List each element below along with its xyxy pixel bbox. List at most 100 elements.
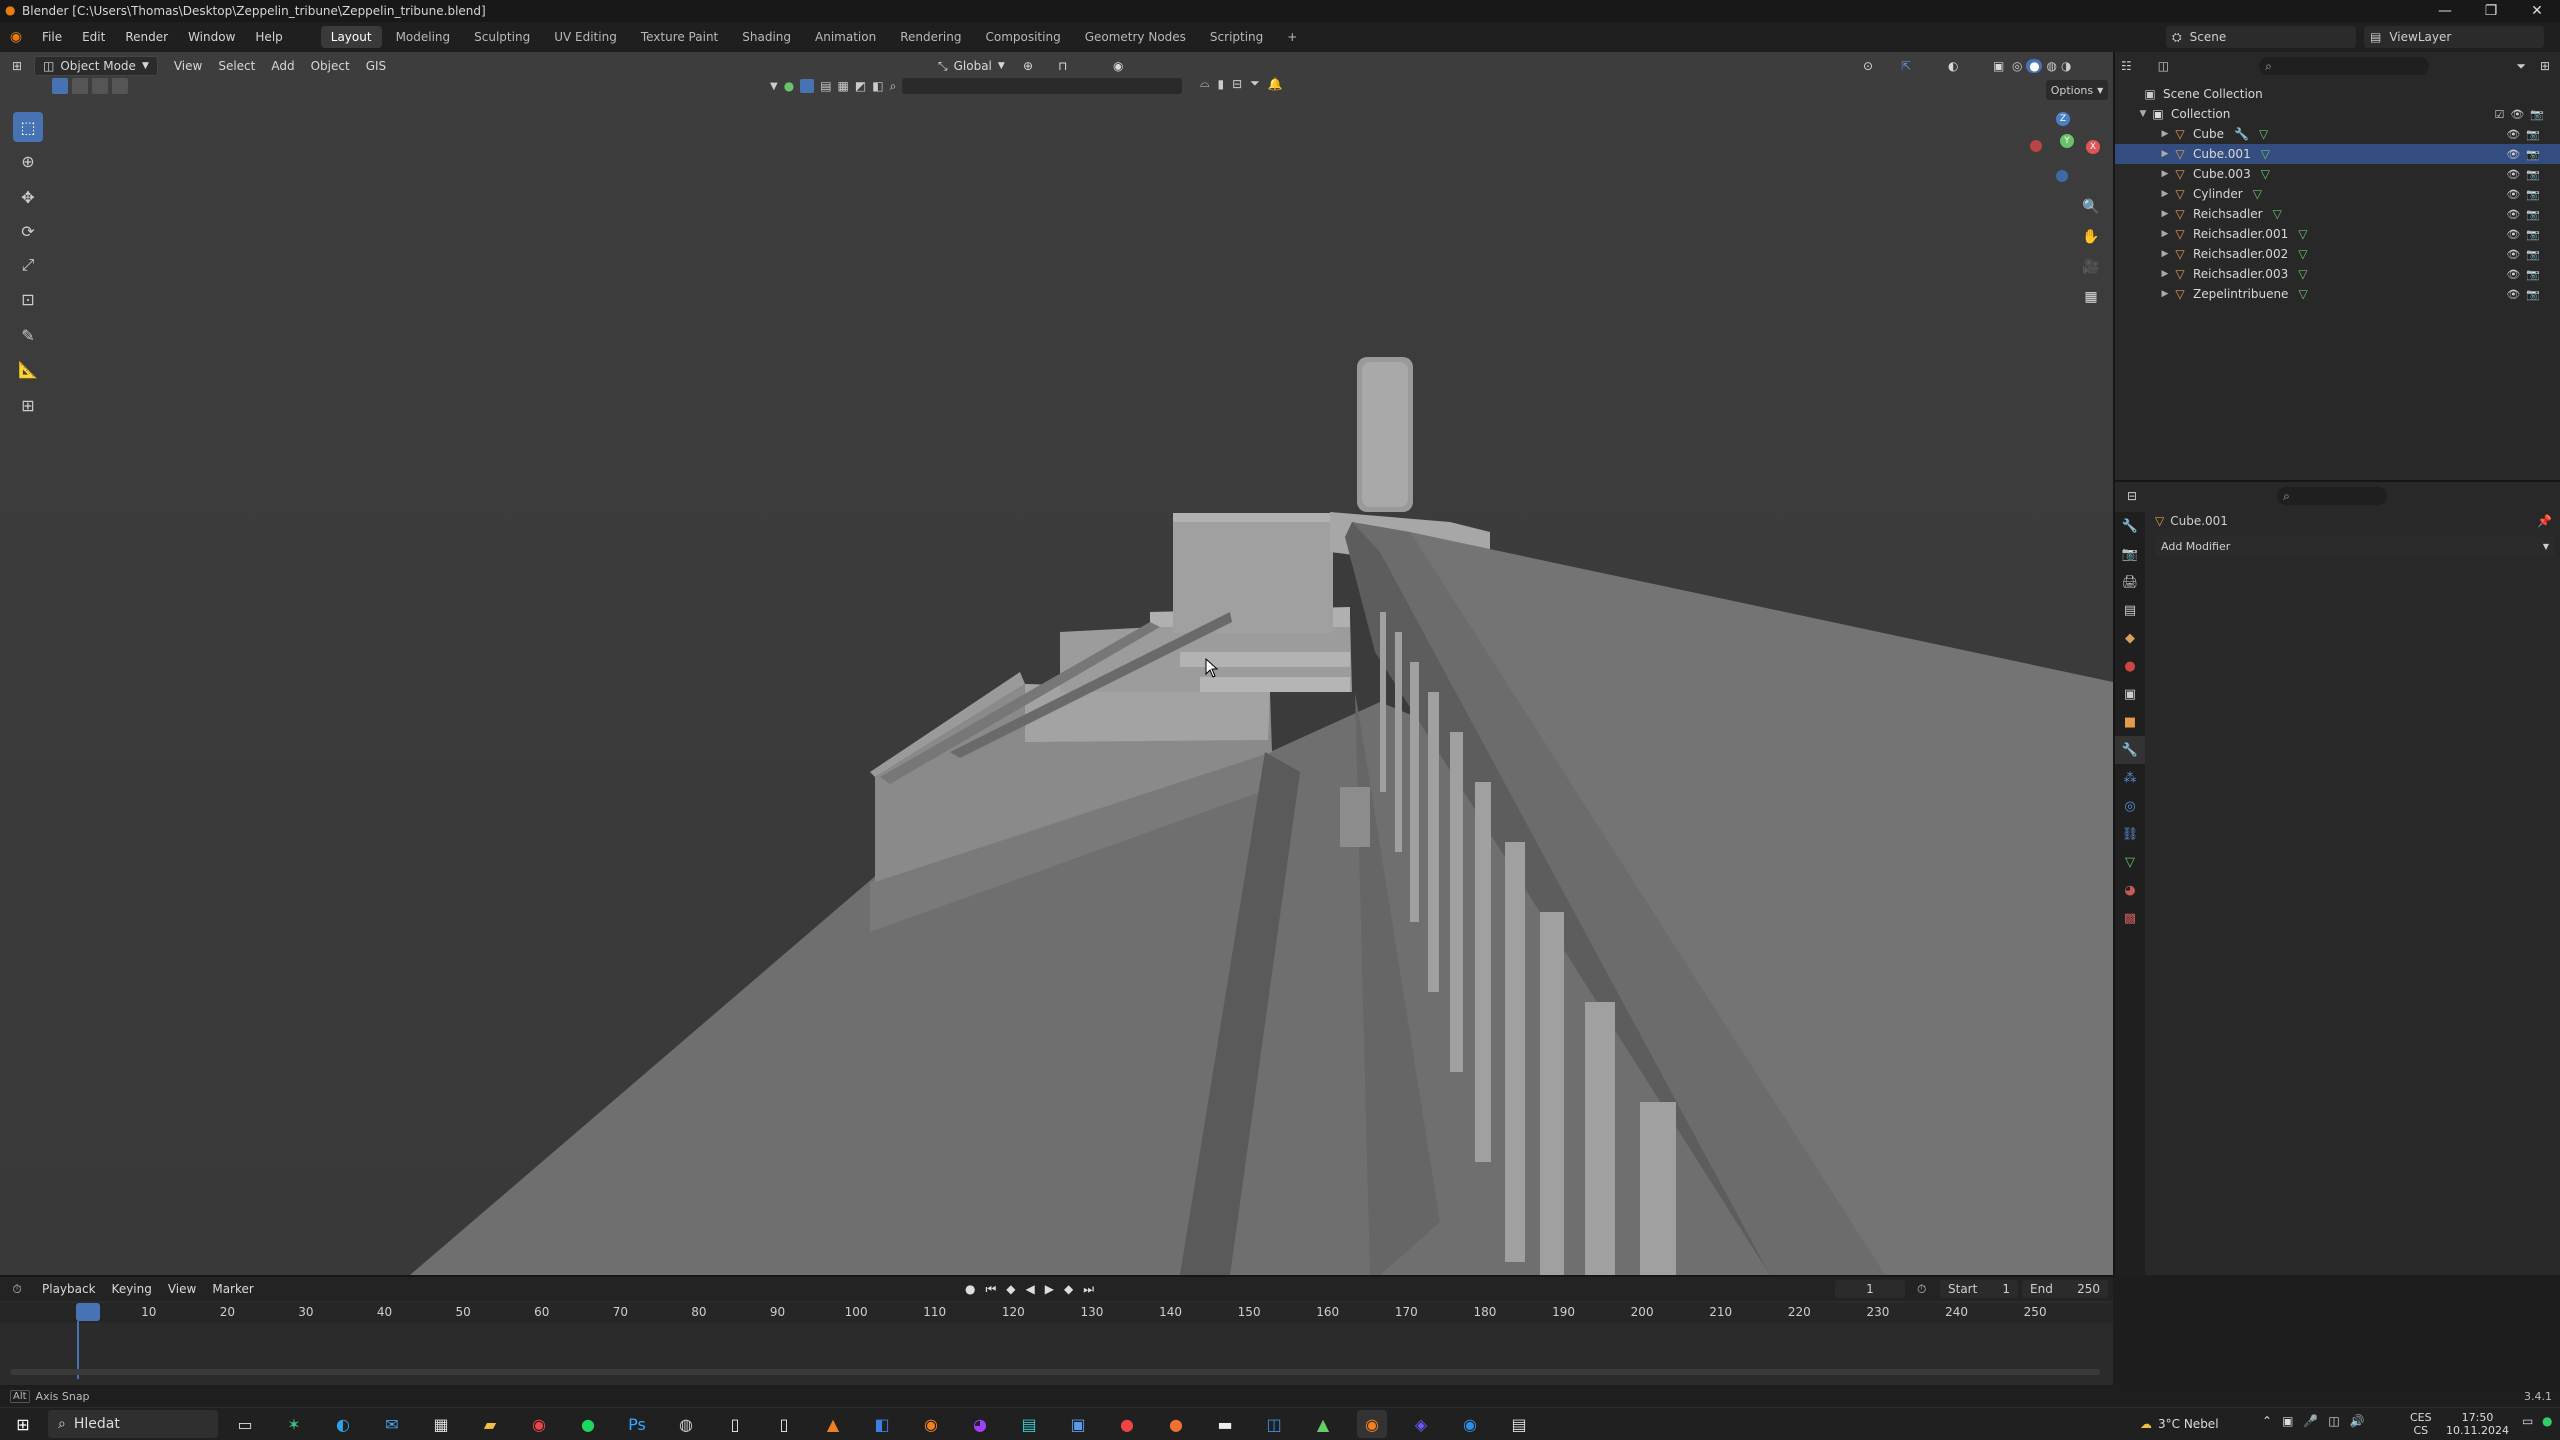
expand-triangle-icon[interactable]: ▶	[2159, 189, 2171, 199]
collection-visibility-icons[interactable]: ☑👁📷	[2494, 108, 2550, 121]
app-icon-6[interactable]: ●	[1112, 1410, 1142, 1438]
options-dropdown[interactable]: Options ▼	[2046, 80, 2108, 100]
viewport-menu-add[interactable]: Add	[263, 56, 302, 76]
outliner-row-reichsadler[interactable]: ▶ ▽ Reichsadler ▽ 👁📷	[2115, 204, 2560, 224]
object-mode-dropdown[interactable]: ◫ Object Mode ▼	[34, 56, 158, 76]
document-icon-2[interactable]: ▯	[769, 1410, 799, 1438]
visibility-icons[interactable]: 👁📷	[2506, 188, 2546, 201]
app-icon-12[interactable]: ◉	[1455, 1410, 1485, 1438]
gis-layer-icon[interactable]: ▤	[820, 79, 831, 93]
visibility-icons[interactable]: 👁📷	[2506, 168, 2546, 181]
gis-export-icon[interactable]: ◧	[872, 79, 883, 93]
search-icon[interactable]: ⌕	[890, 79, 897, 94]
outliner-row-reichsadler-003[interactable]: ▶ ▽ Reichsadler.003 ▽ 👁📷	[2115, 264, 2560, 284]
expand-triangle-icon[interactable]: ▶	[2159, 149, 2171, 159]
viewport-menu-object[interactable]: Object	[303, 56, 358, 76]
app-icon-5[interactable]: ▣	[1063, 1410, 1093, 1438]
add-workspace-button[interactable]: +	[1277, 26, 1307, 48]
outliner-row-cube-003[interactable]: ▶ ▽ Cube.003 ▽ 👁📷	[2115, 164, 2560, 184]
jump-start-icon[interactable]: ⏮	[985, 1282, 996, 1297]
tray-chevron-icon[interactable]: ⌃	[2262, 1414, 2272, 1428]
visibility-icon[interactable]: ⊙	[1855, 56, 1881, 76]
taskbar-search[interactable]: ⌕ Hledat	[48, 1410, 218, 1438]
snap-icon[interactable]: ⊓	[1050, 56, 1075, 76]
prev-keyframe-icon[interactable]: ◆	[1006, 1282, 1015, 1297]
scene-selector[interactable]: ⛭ Scene	[2166, 26, 2356, 48]
zoom-icon[interactable]: 🔍	[2078, 194, 2104, 220]
material-shading-icon[interactable]: ◍	[2046, 59, 2056, 73]
store-icon[interactable]: ▦	[426, 1410, 456, 1438]
app-icon-8[interactable]: ▬	[1210, 1410, 1240, 1438]
overlay-toggle-icon[interactable]: ◐	[1940, 56, 1966, 76]
tab-geometry-nodes[interactable]: Geometry Nodes	[1075, 26, 1196, 48]
expand-triangle-icon[interactable]: ▶	[2159, 209, 2171, 219]
wireframe-shading-icon[interactable]: ◎	[2012, 59, 2022, 73]
app-icon-13[interactable]: ▤	[1504, 1410, 1534, 1438]
play-icon[interactable]: ▶	[1045, 1282, 1054, 1297]
outliner-row-reichsadler-002[interactable]: ▶ ▽ Reichsadler.002 ▽ 👁📷	[2115, 244, 2560, 264]
tab-sculpting[interactable]: Sculpting	[464, 26, 540, 48]
visibility-icons[interactable]: 👁📷	[2506, 288, 2546, 301]
visibility-icons[interactable]: 👁📷	[2506, 208, 2546, 221]
editor-type-icon[interactable]: ☷	[2121, 59, 2132, 73]
app-icon-3[interactable]: ◕	[965, 1410, 995, 1438]
transform-tool-icon[interactable]: ⊡	[13, 284, 43, 314]
outliner-row-cylinder[interactable]: ▶ ▽ Cylinder ▽ 👁📷	[2115, 184, 2560, 204]
menu-file[interactable]: File	[32, 30, 72, 44]
scene-collection-row[interactable]: ▣ Scene Collection	[2115, 84, 2560, 104]
expand-triangle-icon[interactable]: ▶	[2159, 269, 2171, 279]
microphone-icon[interactable]: 🎤	[2303, 1414, 2318, 1428]
preview-range-icon[interactable]: ⏱	[1917, 1282, 1926, 1297]
viewport-menu-gis[interactable]: GIS	[358, 56, 394, 76]
measure-tool-icon[interactable]: 📐	[13, 354, 43, 384]
outliner-row-cube[interactable]: ▶ ▽ Cube 🔧 ▽ 👁📷	[2115, 124, 2560, 144]
3d-viewport[interactable]: ⊞ ◫ Object Mode ▼ View Select Add Object…	[0, 52, 2113, 1275]
select-extend-icon[interactable]	[72, 78, 88, 94]
outliner-row-cube-001[interactable]: ▶ ▽ Cube.001 ▽ 👁📷	[2115, 144, 2560, 164]
language-indicator[interactable]: CES CS	[2410, 1411, 2432, 1437]
visibility-icons[interactable]: 👁📷	[2506, 248, 2546, 261]
gis-globe-icon[interactable]: ●	[784, 79, 794, 93]
properties-search-input[interactable]: ⌕	[2277, 487, 2388, 505]
world-tab-icon[interactable]: ●	[2115, 652, 2145, 680]
visibility-icons[interactable]: 👁📷	[2506, 148, 2546, 161]
gis-basemap-icon[interactable]	[800, 79, 815, 93]
tab-animation[interactable]: Animation	[805, 26, 886, 48]
particles-tab-icon[interactable]: ⁂	[2115, 764, 2145, 792]
solid-shading-icon[interactable]: ●	[2026, 59, 2043, 73]
new-collection-icon[interactable]: ⊞	[2540, 59, 2550, 73]
tab-uv-editing[interactable]: UV Editing	[544, 26, 627, 48]
gizmo-y-axis[interactable]: Y	[2060, 134, 2074, 148]
expand-triangle-icon[interactable]: ▶	[2159, 229, 2171, 239]
display-mode-icon[interactable]: ◫	[2158, 59, 2169, 73]
timeline-menu-playback[interactable]: Playback	[34, 1279, 104, 1299]
menu-help[interactable]: Help	[245, 30, 292, 44]
next-keyframe-icon[interactable]: ◆	[1064, 1282, 1073, 1297]
select-intersect-icon[interactable]	[112, 78, 128, 94]
tab-modeling[interactable]: Modeling	[386, 26, 461, 48]
file-explorer-icon[interactable]: ▰	[475, 1410, 505, 1438]
steam-icon[interactable]: ◍	[671, 1410, 701, 1438]
tab-layout[interactable]: Layout	[320, 26, 382, 48]
app-icon-11[interactable]: ◈	[1406, 1410, 1436, 1438]
app-badge-icon[interactable]: ●	[2542, 1414, 2552, 1428]
rotate-tool-icon[interactable]: ⟳	[13, 216, 43, 246]
notifications-icon[interactable]: ▭	[2522, 1414, 2533, 1428]
weather-widget[interactable]: ☁ 3°C Nebel	[2140, 1410, 2219, 1438]
viewport-menu-view[interactable]: View	[166, 56, 210, 76]
pan-hand-icon[interactable]: ✋	[2078, 224, 2104, 250]
gizmo-neg-x-axis[interactable]	[2030, 140, 2042, 152]
visibility-icons[interactable]: 👁📷	[2506, 128, 2546, 141]
scene-tab-icon[interactable]: ◆	[2115, 624, 2145, 652]
tab-shading[interactable]: Shading	[732, 26, 801, 48]
close-button[interactable]: ✕	[2514, 0, 2560, 22]
tab-texture-paint[interactable]: Texture Paint	[631, 26, 728, 48]
perspective-toggle-icon[interactable]: ▦	[2078, 284, 2104, 310]
app-icon-2[interactable]: ◧	[867, 1410, 897, 1438]
physics-tab-icon[interactable]: ◎	[2115, 792, 2145, 820]
jump-end-icon[interactable]: ⏭	[1083, 1282, 1094, 1297]
gis-georef-icon[interactable]: ▦	[838, 79, 849, 93]
select-subtract-icon[interactable]	[92, 78, 108, 94]
cursor-tool-icon[interactable]: ⊕	[13, 146, 43, 176]
tab-rendering[interactable]: Rendering	[890, 26, 971, 48]
